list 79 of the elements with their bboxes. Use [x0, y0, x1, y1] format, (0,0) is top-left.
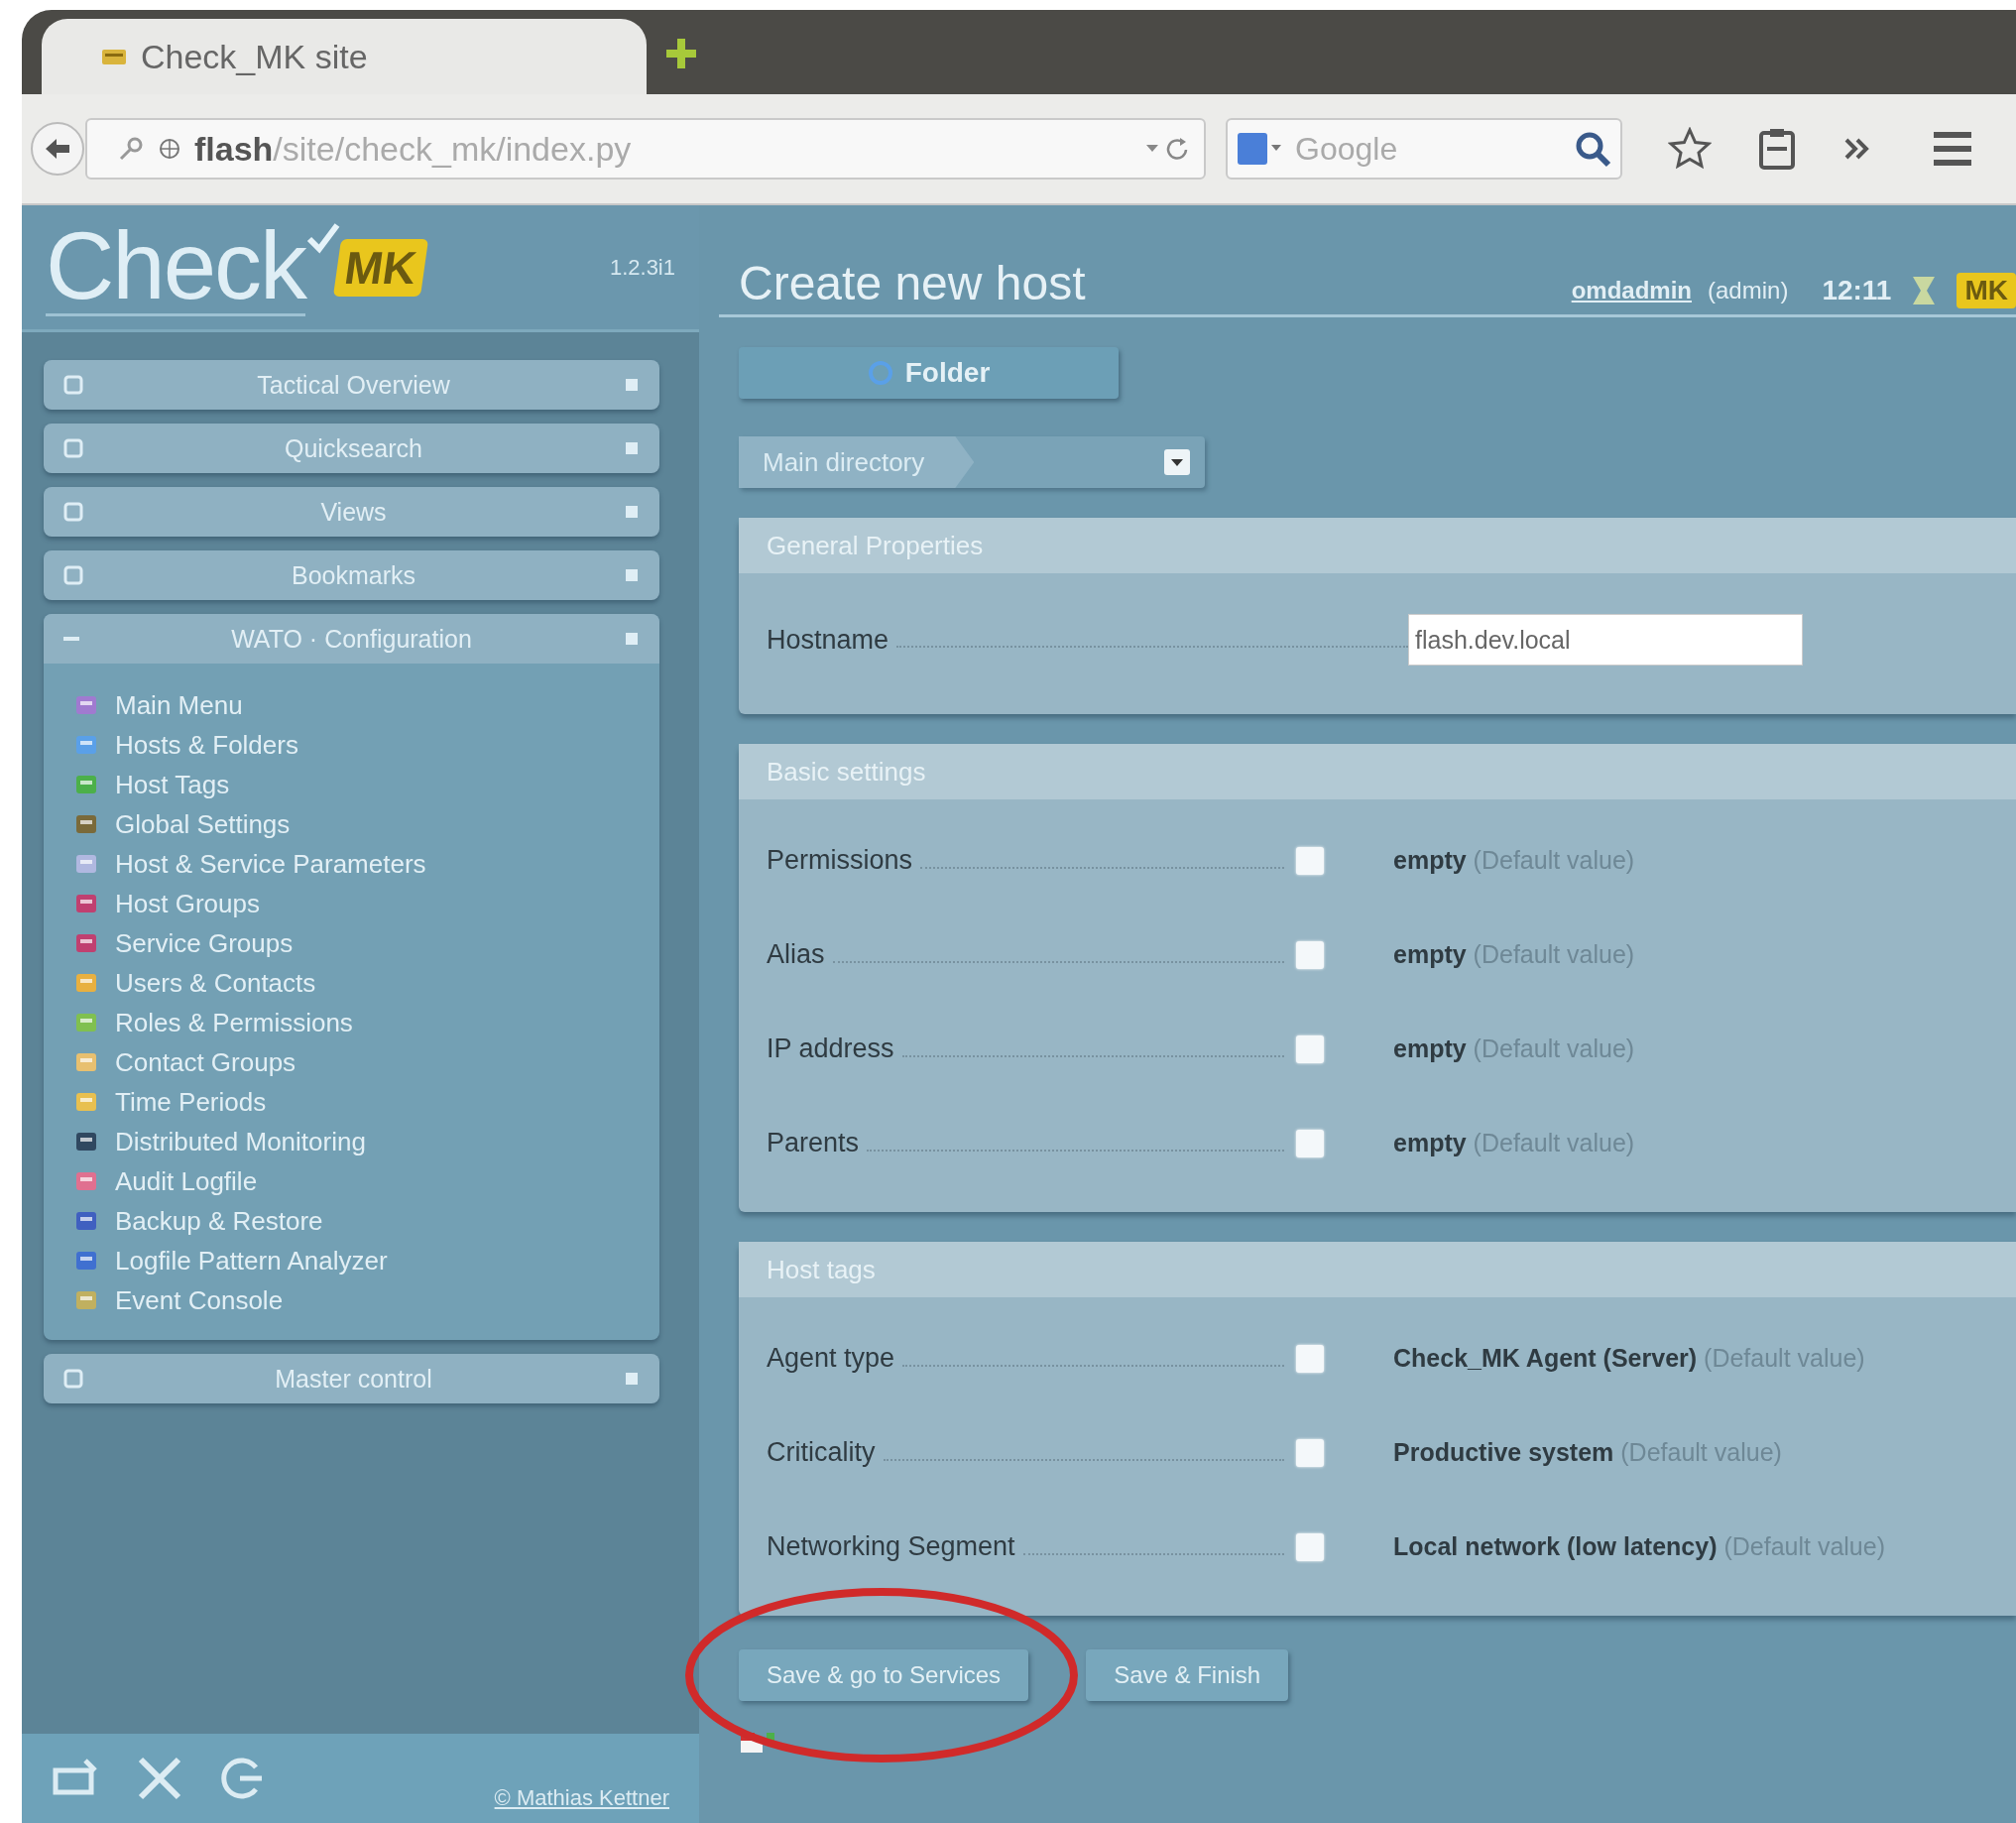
snapin-header[interactable]: Views	[44, 487, 659, 537]
logo-badge: MK	[1957, 273, 2016, 308]
field-label: Networking Segment	[767, 1531, 1015, 1562]
minus-icon[interactable]	[63, 637, 79, 641]
square-icon[interactable]	[63, 565, 83, 585]
menu-item[interactable]: Distributed Monitoring	[115, 1126, 366, 1157]
back-icon[interactable]	[30, 121, 85, 177]
checkbox[interactable]	[1296, 1034, 1324, 1063]
breadcrumb-item[interactable]: Main directory	[739, 436, 975, 488]
hostname-field[interactable]: flash.dev.local	[1408, 614, 1803, 666]
browser-tab[interactable]: Check_MK site	[42, 19, 647, 94]
field-label: Alias	[767, 939, 825, 970]
field-label: IP address	[767, 1033, 894, 1064]
snapin-header[interactable]: Bookmarks	[44, 550, 659, 600]
menu-item[interactable]: Host Groups	[115, 888, 260, 919]
address-field[interactable]: flash/site/check_mk/index.py	[85, 118, 1206, 180]
folder-breadcrumb[interactable]: Main directory	[739, 436, 1205, 488]
menu-item[interactable]: Audit Logfile	[115, 1165, 258, 1197]
checkbox[interactable]	[1296, 940, 1324, 969]
new-tab-icon[interactable]	[664, 37, 698, 70]
menu-icon[interactable]	[1932, 129, 1973, 169]
menu-item[interactable]: Service Groups	[115, 927, 294, 959]
menu-item[interactable]: Users & Contacts	[115, 967, 316, 999]
save-button[interactable]: Save & go to Services	[739, 1649, 1029, 1701]
snapin-header[interactable]: Tactical Overview	[44, 360, 659, 410]
menu-item[interactable]: Logfile Pattern Analyzer	[115, 1245, 388, 1276]
logo-text: Check	[46, 218, 306, 316]
snapin-title: WATO · Configuration	[230, 624, 473, 654]
square-icon[interactable]	[63, 438, 83, 458]
menu-item[interactable]: Main Menu	[115, 689, 243, 721]
user-role: (admin)	[1708, 277, 1789, 304]
field-label: Criticality	[767, 1437, 876, 1468]
globe-icon	[159, 138, 180, 160]
menu-item[interactable]: Time Periods	[115, 1086, 267, 1118]
search-field[interactable]: Google	[1293, 129, 1563, 169]
url-text: flash/site/check_mk/index.py	[194, 129, 633, 169]
search-engine-icon	[1236, 131, 1283, 167]
dropdown-icon[interactable]	[1163, 448, 1191, 476]
menu-item[interactable]: Host Tags	[115, 769, 230, 800]
menu-item[interactable]: Backup & Restore	[115, 1205, 323, 1237]
checkbox[interactable]	[1296, 1532, 1324, 1561]
bookmark-star-icon[interactable]	[1668, 127, 1712, 171]
square-icon[interactable]	[63, 1369, 83, 1389]
snapin-header[interactable]: Quicksearch	[44, 424, 659, 473]
logo-badge: MK	[333, 238, 428, 297]
clock-time: 12:11	[1822, 275, 1892, 306]
field-label: Hostname	[767, 624, 889, 656]
snapin-header[interactable]: WATO · Configuration	[44, 614, 659, 664]
copyright-link[interactable]: © Mathias Kettner	[494, 1785, 669, 1811]
square-icon[interactable]	[63, 375, 83, 395]
search-bar[interactable]: Google	[1226, 118, 1622, 180]
snapin-title: Tactical Overview	[256, 370, 451, 400]
folder-button[interactable]: Folder	[739, 347, 1119, 399]
field-label: Parents	[767, 1128, 860, 1158]
menu-item[interactable]: Global Settings	[115, 808, 291, 840]
menu-item[interactable]: Contact Groups	[115, 1046, 296, 1078]
menu-item[interactable]: Roles & Permissions	[115, 1007, 353, 1038]
snapin-title: Quicksearch	[284, 433, 423, 463]
snapin-title: Views	[319, 497, 388, 527]
save-button[interactable]: Save & Finish	[1086, 1649, 1289, 1701]
menu-item[interactable]: Host & Service Parameters	[115, 848, 426, 880]
snapin-title: Bookmarks	[290, 560, 416, 590]
checkbox[interactable]	[1296, 1344, 1324, 1373]
checkbox[interactable]	[1296, 1438, 1324, 1467]
checkbox[interactable]	[1296, 1129, 1324, 1157]
clipboard-icon[interactable]	[1757, 127, 1797, 171]
checkbox[interactable]	[1296, 846, 1324, 875]
menu-item[interactable]: Hosts & Folders	[115, 729, 298, 761]
checkmark-icon	[305, 220, 342, 255]
field-label: Agent type	[767, 1343, 895, 1374]
square-icon[interactable]	[63, 502, 83, 522]
reload-icon	[1144, 136, 1190, 162]
page-title: Create new host	[739, 256, 1086, 310]
version-label: 1.2.3i1	[609, 254, 675, 281]
user-name[interactable]: omdadmin	[1571, 277, 1692, 304]
menu-item[interactable]: Event Console	[115, 1284, 284, 1316]
field-label: Permissions	[767, 845, 913, 876]
snapin-title: Master control	[274, 1364, 433, 1394]
snapin-header[interactable]: Master control	[44, 1354, 659, 1403]
